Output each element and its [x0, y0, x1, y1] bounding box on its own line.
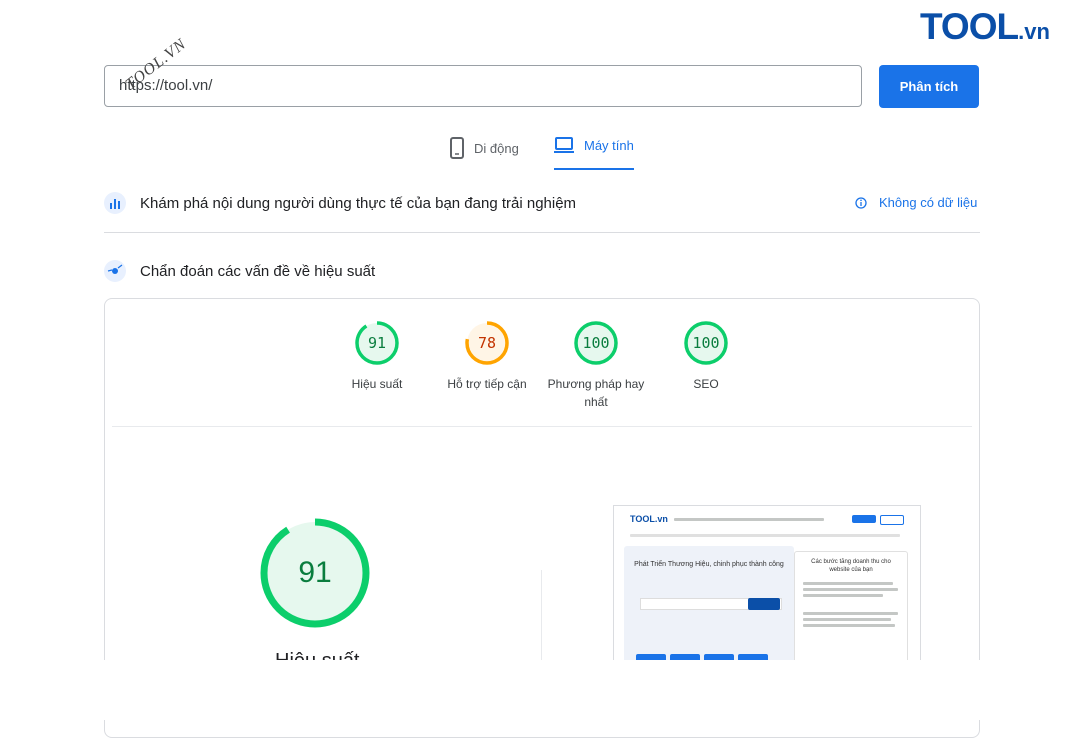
diagnose-section-header: Chẩn đoán các vấn đề về hiệu suất: [104, 260, 375, 282]
score-accessibility[interactable]: 78 Hỗ trợ tiếp cận: [432, 320, 542, 393]
preview-hero: Phát Triển Thương Hiệu, chinh phục thành…: [624, 546, 794, 666]
score-best-practices[interactable]: 100 Phương pháp hay nhất: [541, 320, 651, 411]
score-value: 78: [478, 334, 496, 352]
no-data-link[interactable]: Không có dữ liệu: [855, 195, 977, 210]
url-input[interactable]: https://tool.vn/: [104, 65, 862, 107]
score-label: Phương pháp hay nhất: [547, 377, 645, 409]
score-gauge: 100: [684, 321, 728, 365]
divider: [104, 232, 980, 233]
preview-text-line: [803, 612, 898, 615]
preview-text-line: [803, 594, 883, 597]
score-value: 100: [582, 334, 609, 352]
preview-button: [748, 598, 780, 610]
page-bottom: [0, 660, 1080, 720]
tab-mobile[interactable]: Di động: [450, 137, 519, 159]
diagnose-section-title: Chẩn đoán các vấn đề về hiệu suất: [140, 262, 376, 280]
laptop-icon: [554, 137, 574, 153]
preview-side-card: Các bước tăng doanh thu cho website của …: [794, 551, 908, 666]
info-icon: [855, 196, 867, 209]
analyze-button[interactable]: Phân tích: [879, 65, 979, 108]
tab-desktop-label: Máy tính: [584, 137, 634, 153]
tab-desktop[interactable]: Máy tính: [554, 137, 634, 153]
score-value: 100: [692, 334, 719, 352]
active-tab-indicator: [554, 168, 634, 170]
score-performance[interactable]: 91 Hiệu suất: [322, 320, 432, 393]
performance-value: 91: [298, 556, 331, 589]
score-label: Hỗ trợ tiếp cận: [447, 377, 527, 391]
score-gauge: 91: [355, 321, 399, 365]
preview-menu: [630, 534, 900, 537]
ux-section-title: Khám phá nội dung người dùng thực tế của…: [140, 194, 577, 212]
preview-logo: TOOL.vn: [630, 514, 668, 524]
divider: [541, 570, 542, 670]
preview-nav: [674, 518, 824, 521]
preview-side-title: Các bước tăng doanh thu cho website của …: [811, 559, 891, 573]
page-screenshot-preview: TOOL.vn Phát Triển Thương Hiệu, chinh ph…: [613, 505, 921, 667]
score-gauge: 78: [465, 321, 509, 365]
score-value: 91: [368, 334, 386, 352]
ux-section-header: Khám phá nội dung người dùng thực tế của…: [104, 192, 576, 214]
tab-mobile-label: Di động: [474, 140, 519, 156]
preview-text-line: [803, 618, 891, 621]
performance-gauge-large: 91: [260, 518, 370, 628]
preview-button: [880, 515, 904, 525]
preview-text-line: [803, 624, 895, 627]
lighthouse-icon: [104, 260, 126, 282]
score-seo[interactable]: 100 SEO: [651, 320, 761, 393]
preview-text-line: [803, 588, 898, 591]
score-gauge: 100: [574, 321, 618, 365]
brand-logo: TOOL.vn: [920, 6, 1050, 47]
mobile-phone-icon: [450, 137, 464, 159]
preview-text-line: [803, 582, 893, 585]
score-label: Hiệu suất: [351, 377, 403, 391]
crux-icon: [104, 192, 126, 214]
divider: [112, 426, 972, 427]
no-data-label: Không có dữ liệu: [879, 195, 978, 210]
preview-hero-title: Phát Triển Thương Hiệu, chinh phục thành…: [634, 561, 784, 568]
preview-button: [852, 515, 876, 523]
score-label: SEO: [693, 377, 719, 391]
